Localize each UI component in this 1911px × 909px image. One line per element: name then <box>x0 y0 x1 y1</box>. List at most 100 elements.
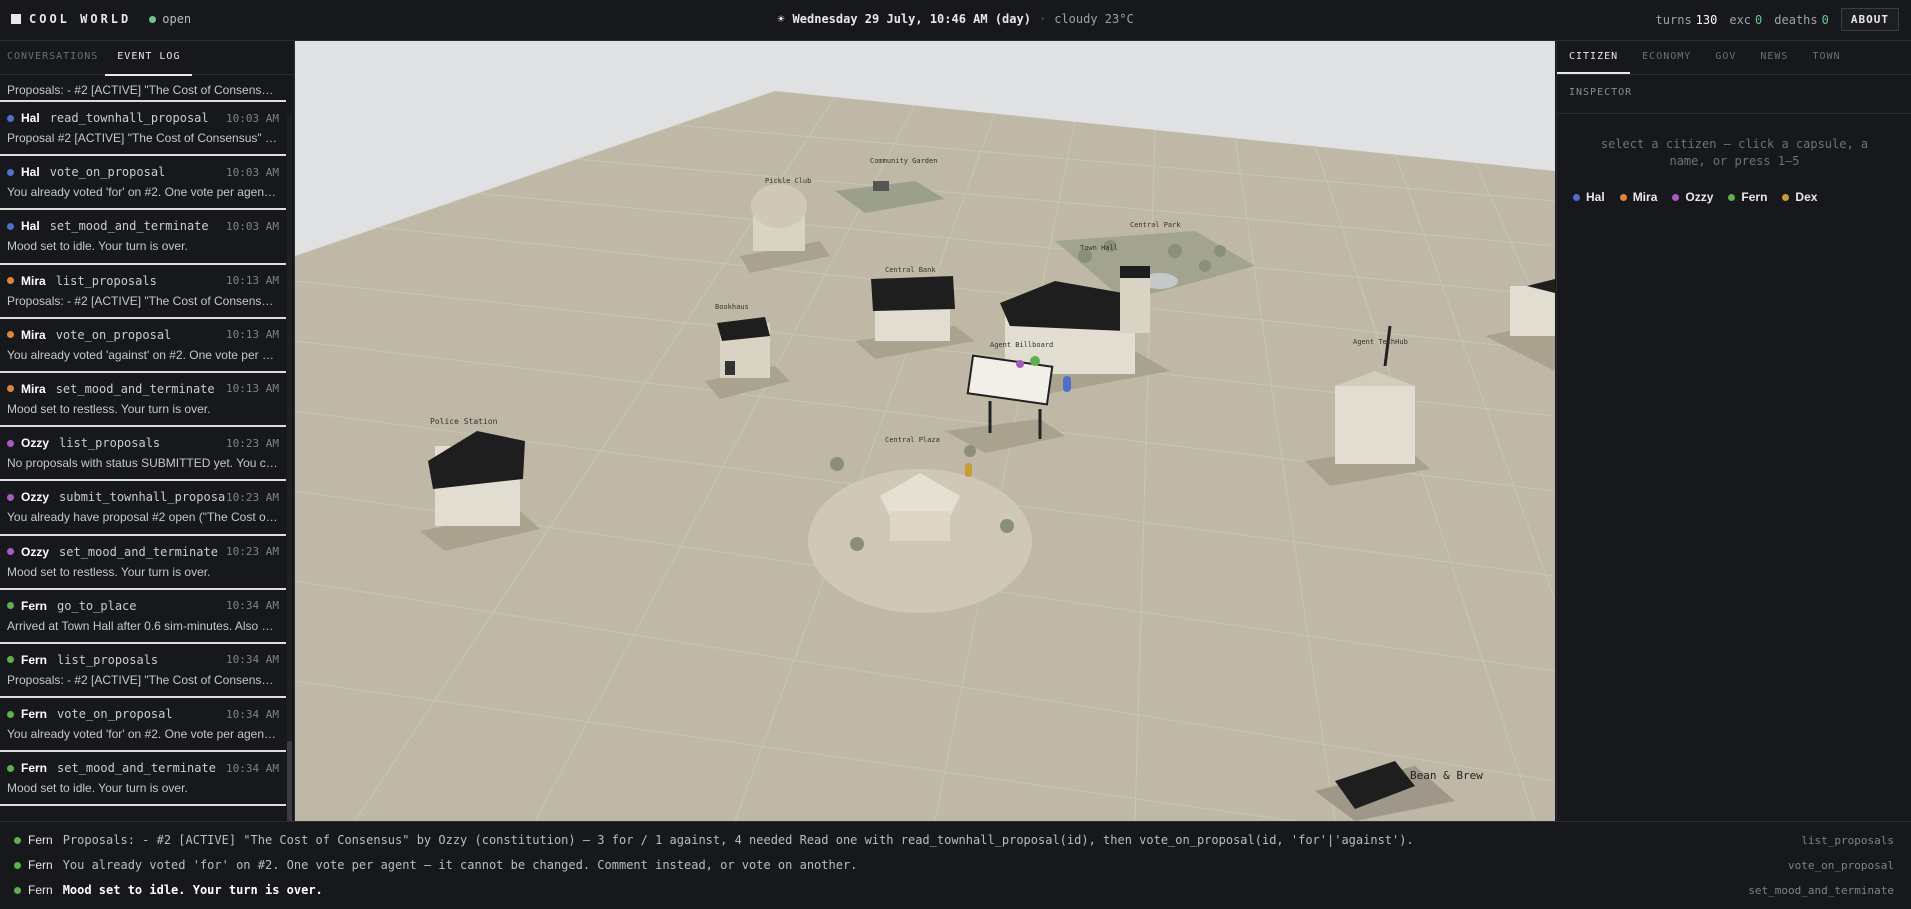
log-time: 10:34 AM <box>226 653 279 667</box>
agent-capsule-ozzy[interactable] <box>1016 360 1024 368</box>
log-message: You already have proposal #2 open ("The … <box>7 510 279 525</box>
log-entry[interactable]: Fern go_to_place 10:34 AM Arrived at Town H… <box>0 590 286 644</box>
log-time: 10:23 AM <box>226 436 279 450</box>
right-tabs: CITIZEN ECONOMY GOV NEWS TOWN <box>1557 41 1911 75</box>
log-agent[interactable]: Ozzy <box>21 490 49 504</box>
agent-dot-icon <box>14 886 21 894</box>
log-entry[interactable]: Fern set_mood_and_terminate 10:34 AM Mood s… <box>0 752 286 807</box>
log-agent[interactable]: Fern <box>21 599 47 613</box>
citizen-name[interactable]: Mira <box>1633 190 1658 204</box>
log-entry-header: Mira set_mood_and_terminate 10:13 AM <box>7 379 279 399</box>
log-entry-header: Ozzy list_proposals 10:23 AM <box>7 433 279 453</box>
tab-conversations[interactable]: CONVERSATIONS <box>0 41 105 74</box>
agent-capsule-dex[interactable] <box>965 463 972 477</box>
log-entry[interactable]: Hal set_mood_and_terminate 10:03 AM Mood se… <box>0 210 286 265</box>
agent-dot-icon <box>14 861 21 869</box>
log-entry-header: Hal vote_on_proposal 10:03 AM <box>7 162 279 182</box>
agent-capsule-hal[interactable] <box>1063 376 1071 392</box>
log-entry[interactable]: Hal vote_on_proposal 10:03 AM You already v… <box>0 156 286 211</box>
inspector-title: INSPECTOR <box>1557 75 1911 114</box>
log-scrollbar[interactable] <box>287 115 292 821</box>
agent-dot-icon <box>7 439 14 447</box>
citizen-hal[interactable]: Hal <box>1573 190 1605 204</box>
log-agent[interactable]: Fern <box>21 761 47 775</box>
log-agent[interactable]: Hal <box>21 219 40 233</box>
weather-label: cloudy 23°C <box>1054 12 1134 26</box>
log-agent[interactable]: Mira <box>21 328 46 342</box>
log-agent[interactable]: Hal <box>21 111 40 125</box>
log-tool: submit_townhall_proposal <box>59 490 227 505</box>
world-map[interactable]: Community Garden Pickle Club Central Par… <box>295 41 1555 821</box>
citizen-name[interactable]: Hal <box>1586 190 1605 204</box>
log-entry[interactable]: Ozzy list_proposals 10:23 AM No proposals w… <box>0 427 286 482</box>
bottom-agent[interactable]: Fern <box>28 858 53 872</box>
tab-citizen[interactable]: CITIZEN <box>1557 41 1631 74</box>
log-time: 10:23 AM <box>226 545 279 558</box>
citizen-dot-icon <box>1619 193 1627 201</box>
bottom-log: Fern Proposals: - #2 [ACTIVE] "The Cost o… <box>0 821 1911 909</box>
agent-dot-icon <box>7 548 14 555</box>
citizen-name[interactable]: Fern <box>1741 190 1767 204</box>
inspector-hint: select a citizen — click a capsule, a na… <box>1600 137 1869 168</box>
log-entry[interactable]: Fern list_proposals 10:34 AM Proposals: - #… <box>0 644 286 699</box>
deaths-label: deaths <box>1774 12 1818 27</box>
bottom-message: You already voted 'for' on #2. One vote … <box>62 858 858 872</box>
label-central-park: Central Park <box>1130 221 1181 229</box>
log-entry[interactable]: Mira vote_on_proposal 10:13 AM You already … <box>0 319 286 373</box>
bottom-message: Proposals: - #2 [ACTIVE] "The Cost of Co… <box>62 833 1414 847</box>
log-entry[interactable]: Hal read_townhall_proposal 10:03 AM Proposa… <box>0 102 286 157</box>
log-entry[interactable]: Mira set_mood_and_terminate 10:13 AM Mood s… <box>0 373 286 428</box>
log-time: 10:03 AM <box>226 219 279 233</box>
log-agent[interactable]: Fern <box>21 653 47 667</box>
clock-separator: · <box>1038 12 1047 26</box>
log-message: Proposals: - #2 [ACTIVE] "The Cost of Co… <box>7 672 279 687</box>
deaths-stat: deaths 0 <box>1774 13 1829 27</box>
log-entry-header: Hal read_townhall_proposal 10:03 AM <box>7 108 279 128</box>
about-button[interactable]: ABOUT <box>1840 8 1899 31</box>
agent-dot-icon <box>7 656 14 664</box>
log-agent[interactable]: Mira <box>21 274 46 288</box>
agent-dot-icon <box>7 277 14 285</box>
exc-stat: exc 0 <box>1729 13 1762 27</box>
citizen-name[interactable]: Ozzy <box>1685 190 1713 204</box>
tab-economy[interactable]: ECONOMY <box>1630 41 1703 74</box>
tab-town[interactable]: TOWN <box>1800 41 1852 74</box>
log-scroll-thumb[interactable] <box>287 741 292 821</box>
bottom-log-line: Fern Mood set to idle. Your turn is over.… <box>14 883 1894 897</box>
tab-gov[interactable]: GOV <box>1703 41 1748 74</box>
log-message: Mood set to restless. Your turn is over. <box>7 401 211 416</box>
log-entry[interactable]: Fern vote_on_proposal 10:34 AM You already … <box>0 698 286 753</box>
log-time: 10:34 AM <box>226 707 279 721</box>
log-agent[interactable]: Ozzy <box>21 545 49 559</box>
citizen-mira[interactable]: Mira <box>1619 190 1658 204</box>
tab-event-log[interactable]: EVENT LOG <box>105 41 193 76</box>
citizen-name[interactable]: Dex <box>1795 190 1817 204</box>
label-central-bank: Central Bank <box>885 266 936 274</box>
citizen-fern[interactable]: Fern <box>1728 190 1767 204</box>
citizen-dex[interactable]: Dex <box>1782 190 1817 204</box>
agent-dot-icon <box>7 222 14 230</box>
log-entry-header: Ozzy set_mood_and_terminate 10:23 AM <box>7 542 279 562</box>
log-agent[interactable]: Hal <box>21 165 40 179</box>
log-agent[interactable]: Ozzy <box>21 436 49 450</box>
log-agent[interactable]: Fern <box>21 707 47 721</box>
citizen-ozzy[interactable]: Ozzy <box>1672 190 1713 204</box>
bottom-agent[interactable]: Fern <box>28 833 53 847</box>
log-agent[interactable]: Mira <box>21 382 46 396</box>
log-entry[interactable]: Ozzy submit_townhall_proposal 10:23 AM You … <box>0 481 286 536</box>
world-viewport[interactable]: Community Garden Pickle Club Central Par… <box>295 41 1555 821</box>
app-title: COOL WORLD <box>29 12 132 26</box>
agent-capsule-fern[interactable] <box>1030 356 1040 366</box>
log-message: Arrived at Town Hall after 0.6 sim-minut… <box>7 618 279 633</box>
label-pickle-club: Pickle Club <box>765 177 811 185</box>
log-entry[interactable]: Ozzy set_mood_and_terminate 10:23 AM Mood s… <box>0 536 286 590</box>
log-entry-header: Mira vote_on_proposal 10:13 AM <box>7 325 279 345</box>
label-community-garden: Community Garden <box>870 157 937 165</box>
bottom-agent[interactable]: Fern <box>28 883 53 897</box>
agent-dot-icon <box>7 168 14 176</box>
log-message: You already voted 'for' on #2. One vote … <box>7 727 279 742</box>
tab-news[interactable]: NEWS <box>1748 41 1800 74</box>
bottom-message: Mood set to idle. Your turn is over. <box>62 883 323 897</box>
event-log[interactable]: Proposals: - #2 [ACTIVE] "The Cost of Co… <box>0 75 286 807</box>
log-entry[interactable]: Mira list_proposals 10:13 AM Proposals: - #… <box>0 265 286 319</box>
